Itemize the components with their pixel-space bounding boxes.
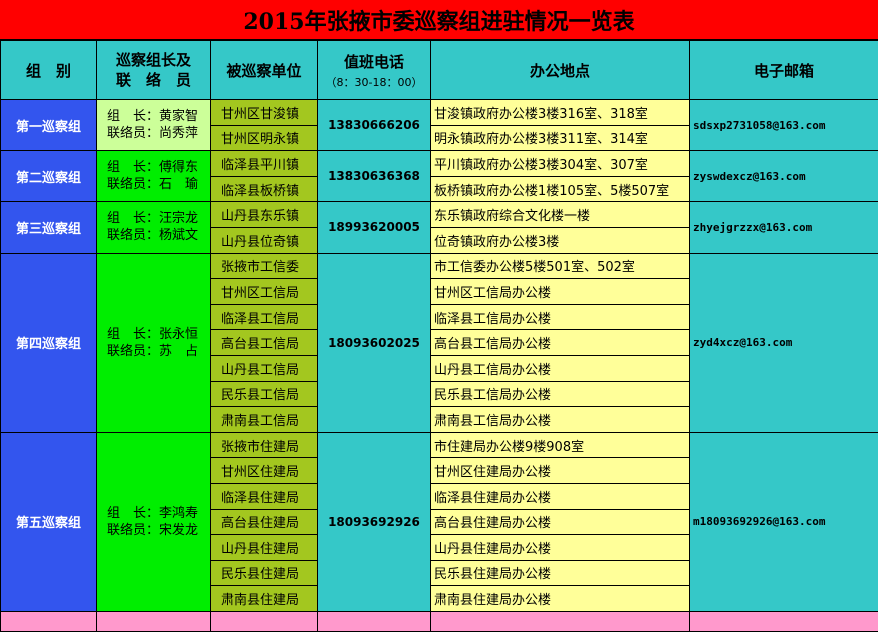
- liaison-name: 联络员：尚秀萍: [107, 125, 210, 142]
- liaison-name: 联络员：杨斌文: [107, 227, 210, 244]
- office-address: 甘州区住建局办公楼: [431, 458, 690, 484]
- office-address: 临泽县工信局办公楼: [431, 304, 690, 330]
- office-address: 高台县住建局办公楼: [431, 509, 690, 535]
- office-address: 民乐县工信局办公楼: [431, 381, 690, 407]
- header-phone-label: 值班电话: [344, 53, 404, 71]
- empty-cell: [690, 611, 878, 631]
- inspected-unit: 甘州区明永镇: [211, 125, 318, 151]
- email-address: zyswdexcz@163.com: [690, 151, 878, 202]
- table-row: 第五巡察组组 长：李鸿寿联络员：宋发龙张掖市住建局18093692926市住建局…: [1, 432, 878, 458]
- inspected-unit: 高台县工信局: [211, 330, 318, 356]
- empty-row: [1, 611, 878, 631]
- inspected-unit: 山丹县东乐镇: [211, 202, 318, 228]
- header-leader-line1: 巡察组长及: [97, 50, 210, 70]
- inspected-unit: 临泽县住建局: [211, 483, 318, 509]
- group-name: 第五巡察组: [1, 432, 97, 611]
- inspected-unit: 临泽县平川镇: [211, 151, 318, 177]
- duty-phone: 18993620005: [318, 202, 431, 253]
- email-address: zyd4xcz@163.com: [690, 253, 878, 432]
- office-address: 市住建局办公楼9楼908室: [431, 432, 690, 458]
- inspected-unit: 临泽县工信局: [211, 304, 318, 330]
- group-leader-cell: 组 长：张永恒联络员：苏 占: [97, 253, 211, 432]
- email-address: zhyejgrzzx@163.com: [690, 202, 878, 253]
- header-group: 组 别: [1, 41, 97, 100]
- office-address: 东乐镇政府综合文化楼一楼: [431, 202, 690, 228]
- header-unit: 被巡察单位: [211, 41, 318, 100]
- duty-phone: 13830636368: [318, 151, 431, 202]
- liaison-name: 联络员：宋发龙: [107, 522, 210, 539]
- inspected-unit: 甘州区工信局: [211, 279, 318, 305]
- office-address: 肃南县工信局办公楼: [431, 407, 690, 433]
- table-row: 第三巡察组组 长：汪宗龙联络员：杨斌文山丹县东乐镇18993620005东乐镇政…: [1, 202, 878, 228]
- inspected-unit: 肃南县工信局: [211, 407, 318, 433]
- group-leader-cell: 组 长：汪宗龙联络员：杨斌文: [97, 202, 211, 253]
- email-address: m18093692926@163.com: [690, 432, 878, 611]
- header-leader-line2: 联 络 员: [97, 70, 210, 90]
- duty-phone: 18093602025: [318, 253, 431, 432]
- table-body: 第一巡察组组 长：黄家智联络员：尚秀萍甘州区甘浚镇13830666206甘浚镇政…: [1, 100, 878, 632]
- leader-name: 组 长：李鸿寿: [107, 505, 210, 522]
- office-address: 高台县工信局办公楼: [431, 330, 690, 356]
- duty-phone: 13830666206: [318, 100, 431, 151]
- liaison-name: 联络员：苏 占: [107, 343, 210, 360]
- group-name: 第三巡察组: [1, 202, 97, 253]
- inspected-unit: 张掖市住建局: [211, 432, 318, 458]
- leader-name: 组 长：张永恒: [107, 326, 210, 343]
- group-leader-cell: 组 长：李鸿寿联络员：宋发龙: [97, 432, 211, 611]
- office-address: 市工信委办公楼5楼501室、502室: [431, 253, 690, 279]
- inspected-unit: 甘州区住建局: [211, 458, 318, 484]
- header-phone: 值班电话 （8：30-18：00）: [318, 41, 431, 100]
- header-leader: 巡察组长及 联 络 员: [97, 41, 211, 100]
- office-address: 山丹县住建局办公楼: [431, 535, 690, 561]
- liaison-name: 联络员：石 瑜: [107, 176, 210, 193]
- table-row: 第一巡察组组 长：黄家智联络员：尚秀萍甘州区甘浚镇13830666206甘浚镇政…: [1, 100, 878, 126]
- empty-cell: [318, 611, 431, 631]
- group-name: 第二巡察组: [1, 151, 97, 202]
- office-address: 甘浚镇政府办公楼3楼316室、318室: [431, 100, 690, 126]
- group-leader-cell: 组 长：傅得东联络员：石 瑜: [97, 151, 211, 202]
- inspected-unit: 甘州区甘浚镇: [211, 100, 318, 126]
- office-address: 平川镇政府办公楼3楼304室、307室: [431, 151, 690, 177]
- leader-name: 组 长：汪宗龙: [107, 210, 210, 227]
- empty-cell: [97, 611, 211, 631]
- table-row: 第二巡察组组 长：傅得东联络员：石 瑜临泽县平川镇13830636368平川镇政…: [1, 151, 878, 177]
- office-address: 山丹县工信局办公楼: [431, 355, 690, 381]
- inspected-unit: 肃南县住建局: [211, 586, 318, 612]
- group-name: 第四巡察组: [1, 253, 97, 432]
- office-address: 民乐县住建局办公楼: [431, 560, 690, 586]
- group-leader-cell: 组 长：黄家智联络员：尚秀萍: [97, 100, 211, 151]
- office-address: 位奇镇政府办公楼3楼: [431, 227, 690, 253]
- empty-cell: [211, 611, 318, 631]
- leader-name: 组 长：傅得东: [107, 159, 210, 176]
- inspected-unit: 山丹县住建局: [211, 535, 318, 561]
- office-address: 肃南县住建局办公楼: [431, 586, 690, 612]
- inspected-unit: 高台县住建局: [211, 509, 318, 535]
- leader-name: 组 长：黄家智: [107, 108, 210, 125]
- inspected-unit: 民乐县工信局: [211, 381, 318, 407]
- table-row: 第四巡察组组 长：张永恒联络员：苏 占张掖市工信委18093602025市工信委…: [1, 253, 878, 279]
- inspection-table: 组 别 巡察组长及 联 络 员 被巡察单位 值班电话 （8：30-18：00） …: [0, 40, 878, 632]
- empty-cell: [1, 611, 97, 631]
- office-address: 甘州区工信局办公楼: [431, 279, 690, 305]
- empty-cell: [431, 611, 690, 631]
- office-address: 明永镇政府办公楼3楼311室、314室: [431, 125, 690, 151]
- header-address: 办公地点: [431, 41, 690, 100]
- duty-phone: 18093692926: [318, 432, 431, 611]
- office-address: 板桥镇政府办公楼1楼105室、5楼507室: [431, 176, 690, 202]
- inspected-unit: 民乐县住建局: [211, 560, 318, 586]
- email-address: sdsxp2731058@163.com: [690, 100, 878, 151]
- office-address: 临泽县住建局办公楼: [431, 483, 690, 509]
- group-name: 第一巡察组: [1, 100, 97, 151]
- inspected-unit: 临泽县板桥镇: [211, 176, 318, 202]
- inspected-unit: 张掖市工信委: [211, 253, 318, 279]
- header-email: 电子邮箱: [690, 41, 878, 100]
- inspected-unit: 山丹县工信局: [211, 355, 318, 381]
- inspected-unit: 山丹县位奇镇: [211, 227, 318, 253]
- header-phone-hours: （8：30-18：00）: [318, 74, 430, 90]
- sheet-title: 2015年张掖市委巡察组进驻情况一览表: [0, 0, 878, 40]
- header-row: 组 别 巡察组长及 联 络 员 被巡察单位 值班电话 （8：30-18：00） …: [1, 41, 878, 100]
